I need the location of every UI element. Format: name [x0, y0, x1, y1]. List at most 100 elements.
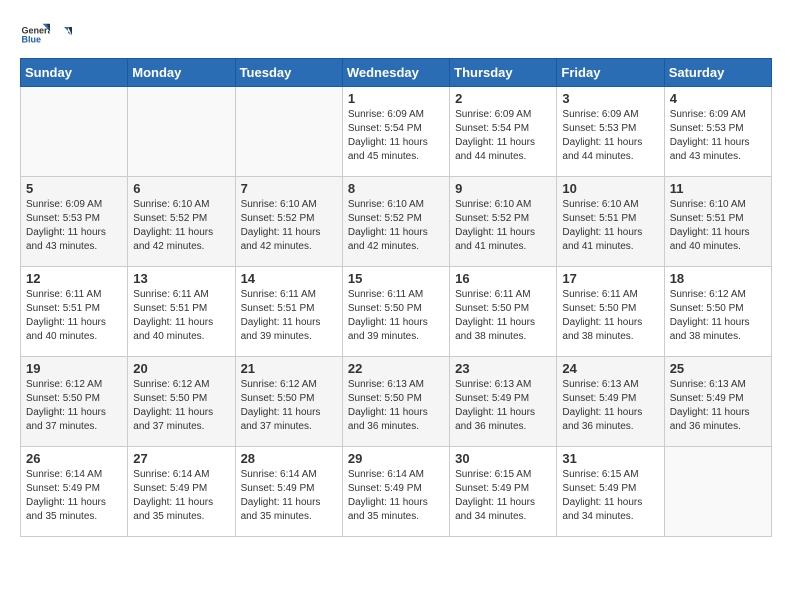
calendar-cell: 15Sunrise: 6:11 AMSunset: 5:50 PMDayligh… — [342, 267, 449, 357]
logo-icon: General Blue — [20, 20, 50, 50]
day-number: 1 — [348, 91, 444, 106]
calendar-cell: 30Sunrise: 6:15 AMSunset: 5:49 PMDayligh… — [450, 447, 557, 537]
weekday-header-thursday: Thursday — [450, 59, 557, 87]
calendar-cell: 21 Sunrise: 6:12 AMSunset: 5:50 PMDayligh… — [235, 357, 342, 447]
day-info: Sunrise: 6:14 AMSunset: 5:49 PMDaylight:… — [348, 468, 444, 524]
day-number: 14 — [241, 271, 337, 286]
day-number: 22 — [348, 361, 444, 376]
calendar-cell: 3 Sunrise: 6:09 AMSunset: 5:53 PMDaylight… — [557, 87, 664, 177]
day-info: Sunrise: 6:11 AMSunset: 5:50 PMDaylight:… — [455, 288, 551, 344]
day-info: Sunrise: 6:10 AMSunset: 5:52 PMDaylight:… — [133, 198, 229, 254]
header: General Blue — [20, 20, 772, 50]
day-number: 13 — [133, 271, 229, 286]
calendar-cell — [235, 87, 342, 177]
day-info: Sunrise: 6:10 AMSunset: 5:52 PMDaylight:… — [241, 198, 337, 254]
day-info: Sunrise: 6:12 AMSunset: 5:50 PMDaylight:… — [133, 378, 229, 434]
weekday-header-sunday: Sunday — [21, 59, 128, 87]
calendar-cell: 9Sunrise: 6:10 AMSunset: 5:52 PMDaylight… — [450, 177, 557, 267]
day-number: 5 — [26, 181, 122, 196]
calendar-cell: 5 Sunrise: 6:09 AMSunset: 5:53 PMDaylight… — [21, 177, 128, 267]
calendar-cell: 29 Sunrise: 6:14 AMSunset: 5:49 PMDayligh… — [342, 447, 449, 537]
day-info: Sunrise: 6:09 AMSunset: 5:53 PMDaylight:… — [670, 108, 766, 164]
calendar-week-row: 12 Sunrise: 6:11 AMSunset: 5:51 PMDayligh… — [21, 267, 772, 357]
calendar-cell: 2 Sunrise: 6:09 AMSunset: 5:54 PMDaylight… — [450, 87, 557, 177]
weekday-header-row: SundayMondayTuesdayWednesdayThursdayFrid… — [21, 59, 772, 87]
calendar-cell: 1 Sunrise: 6:09 AMSunset: 5:54 PMDaylight… — [342, 87, 449, 177]
calendar-cell — [128, 87, 235, 177]
day-info: Sunrise: 6:12 AMSunset: 5:50 PMDaylight:… — [670, 288, 766, 344]
day-info: Sunrise: 6:14 AMSunset: 5:49 PMDaylight:… — [133, 468, 229, 524]
calendar-cell: 16 Sunrise: 6:11 AMSunset: 5:50 PMDayligh… — [450, 267, 557, 357]
calendar-cell — [21, 87, 128, 177]
calendar-cell: 22 Sunrise: 6:13 AMSunset: 5:50 PMDayligh… — [342, 357, 449, 447]
day-number: 28 — [241, 451, 337, 466]
day-number: 8 — [348, 181, 444, 196]
calendar-week-row: 1 Sunrise: 6:09 AMSunset: 5:54 PMDaylight… — [21, 87, 772, 177]
day-info: Sunrise: 6:12 AMSunset: 5:50 PMDaylight:… — [26, 378, 122, 434]
calendar-cell: 6 Sunrise: 6:10 AMSunset: 5:52 PMDaylight… — [128, 177, 235, 267]
day-number: 16 — [455, 271, 551, 286]
day-info: Sunrise: 6:14 AMSunset: 5:49 PMDaylight:… — [241, 468, 337, 524]
day-number: 24 — [562, 361, 658, 376]
day-info: Sunrise: 6:15 AMSunset: 5:49 PMDaylight:… — [562, 468, 658, 524]
calendar-cell: 12 Sunrise: 6:11 AMSunset: 5:51 PMDayligh… — [21, 267, 128, 357]
calendar-week-row: 5 Sunrise: 6:09 AMSunset: 5:53 PMDaylight… — [21, 177, 772, 267]
weekday-header-saturday: Saturday — [664, 59, 771, 87]
day-info: Sunrise: 6:10 AMSunset: 5:52 PMDaylight:… — [348, 198, 444, 254]
day-info: Sunrise: 6:13 AMSunset: 5:49 PMDaylight:… — [562, 378, 658, 434]
calendar-cell: 13Sunrise: 6:11 AMSunset: 5:51 PMDayligh… — [128, 267, 235, 357]
day-number: 4 — [670, 91, 766, 106]
calendar-cell: 20 Sunrise: 6:12 AMSunset: 5:50 PMDayligh… — [128, 357, 235, 447]
day-number: 3 — [562, 91, 658, 106]
calendar-cell: 28 Sunrise: 6:14 AMSunset: 5:49 PMDayligh… — [235, 447, 342, 537]
day-info: Sunrise: 6:09 AMSunset: 5:54 PMDaylight:… — [348, 108, 444, 164]
day-number: 7 — [241, 181, 337, 196]
day-number: 20 — [133, 361, 229, 376]
day-info: Sunrise: 6:11 AMSunset: 5:51 PMDaylight:… — [26, 288, 122, 344]
day-info: Sunrise: 6:12 AMSunset: 5:50 PMDaylight:… — [241, 378, 337, 434]
day-number: 26 — [26, 451, 122, 466]
day-info: Sunrise: 6:13 AMSunset: 5:50 PMDaylight:… — [348, 378, 444, 434]
day-info: Sunrise: 6:09 AMSunset: 5:53 PMDaylight:… — [562, 108, 658, 164]
weekday-header-monday: Monday — [128, 59, 235, 87]
day-info: Sunrise: 6:13 AMSunset: 5:49 PMDaylight:… — [455, 378, 551, 434]
logo-bird-icon — [54, 25, 74, 45]
day-number: 31 — [562, 451, 658, 466]
calendar-cell: 31 Sunrise: 6:15 AMSunset: 5:49 PMDayligh… — [557, 447, 664, 537]
calendar-cell: 18 Sunrise: 6:12 AMSunset: 5:50 PMDayligh… — [664, 267, 771, 357]
day-number: 6 — [133, 181, 229, 196]
calendar-cell: 4 Sunrise: 6:09 AMSunset: 5:53 PMDaylight… — [664, 87, 771, 177]
calendar-cell: 25Sunrise: 6:13 AMSunset: 5:49 PMDayligh… — [664, 357, 771, 447]
day-number: 12 — [26, 271, 122, 286]
day-number: 21 — [241, 361, 337, 376]
calendar-cell: 8 Sunrise: 6:10 AMSunset: 5:52 PMDaylight… — [342, 177, 449, 267]
calendar-cell: 19 Sunrise: 6:12 AMSunset: 5:50 PMDayligh… — [21, 357, 128, 447]
day-info: Sunrise: 6:09 AMSunset: 5:53 PMDaylight:… — [26, 198, 122, 254]
day-info: Sunrise: 6:10 AMSunset: 5:51 PMDaylight:… — [562, 198, 658, 254]
calendar-cell: 23 Sunrise: 6:13 AMSunset: 5:49 PMDayligh… — [450, 357, 557, 447]
day-number: 23 — [455, 361, 551, 376]
day-info: Sunrise: 6:10 AMSunset: 5:51 PMDaylight:… — [670, 198, 766, 254]
day-number: 9 — [455, 181, 551, 196]
day-info: Sunrise: 6:09 AMSunset: 5:54 PMDaylight:… — [455, 108, 551, 164]
svg-text:Blue: Blue — [22, 35, 42, 45]
day-number: 29 — [348, 451, 444, 466]
calendar-cell: 27Sunrise: 6:14 AMSunset: 5:49 PMDayligh… — [128, 447, 235, 537]
weekday-header-wednesday: Wednesday — [342, 59, 449, 87]
calendar-body: 1 Sunrise: 6:09 AMSunset: 5:54 PMDaylight… — [21, 87, 772, 537]
weekday-header-tuesday: Tuesday — [235, 59, 342, 87]
day-info: Sunrise: 6:14 AMSunset: 5:49 PMDaylight:… — [26, 468, 122, 524]
day-info: Sunrise: 6:15 AMSunset: 5:49 PMDaylight:… — [455, 468, 551, 524]
day-number: 2 — [455, 91, 551, 106]
day-info: Sunrise: 6:13 AMSunset: 5:49 PMDaylight:… — [670, 378, 766, 434]
day-number: 17 — [562, 271, 658, 286]
calendar-cell: 24 Sunrise: 6:13 AMSunset: 5:49 PMDayligh… — [557, 357, 664, 447]
day-info: Sunrise: 6:11 AMSunset: 5:50 PMDaylight:… — [562, 288, 658, 344]
day-number: 18 — [670, 271, 766, 286]
calendar-cell: 10Sunrise: 6:10 AMSunset: 5:51 PMDayligh… — [557, 177, 664, 267]
day-number: 11 — [670, 181, 766, 196]
day-number: 19 — [26, 361, 122, 376]
calendar-header: SundayMondayTuesdayWednesdayThursdayFrid… — [21, 59, 772, 87]
day-info: Sunrise: 6:11 AMSunset: 5:50 PMDaylight:… — [348, 288, 444, 344]
calendar-table: SundayMondayTuesdayWednesdayThursdayFrid… — [20, 58, 772, 537]
